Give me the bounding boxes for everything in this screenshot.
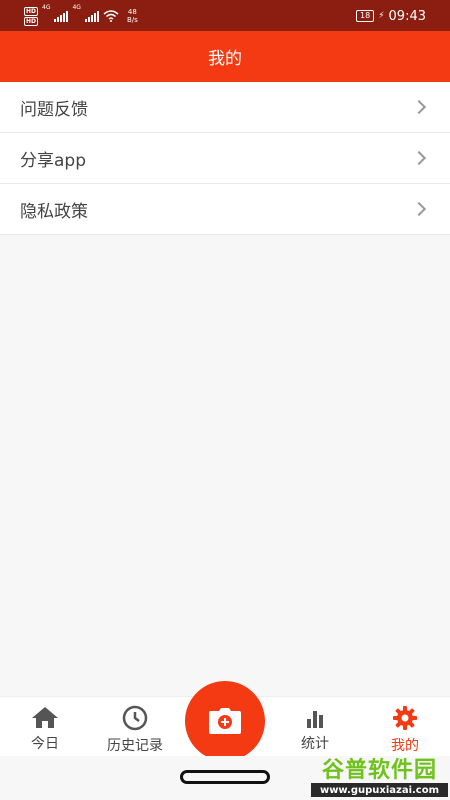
tab-label: 历史记录 bbox=[107, 738, 163, 754]
tab-label: 统计 bbox=[301, 736, 329, 752]
chevron-right-icon bbox=[411, 201, 427, 217]
speed-unit: B/s bbox=[126, 16, 138, 24]
clock-icon bbox=[122, 705, 148, 731]
network-type: 4G bbox=[42, 4, 51, 11]
menu-item-label: 问题反馈 bbox=[20, 99, 88, 120]
wifi-icon bbox=[103, 10, 119, 22]
menu-item-share[interactable]: 分享app bbox=[0, 133, 450, 184]
tab-label: 今日 bbox=[31, 736, 59, 752]
settings-menu: 问题反馈 分享app 隐私政策 bbox=[0, 82, 450, 235]
menu-item-feedback[interactable]: 问题反馈 bbox=[0, 82, 450, 133]
home-icon bbox=[32, 707, 58, 728]
tab-mine[interactable]: 我的 bbox=[360, 697, 450, 757]
signal-icon bbox=[54, 10, 69, 22]
camera-plus-icon bbox=[209, 708, 241, 734]
watermark-url: www.gupuxiazai.com bbox=[311, 783, 448, 797]
charging-icon: ⚡ bbox=[378, 11, 385, 21]
home-indicator[interactable] bbox=[180, 770, 270, 784]
network-speed: 48 B/s bbox=[127, 8, 138, 24]
menu-item-label: 分享app bbox=[20, 150, 86, 171]
watermark: 谷普软件园 www.gupuxiazai.com bbox=[311, 753, 448, 798]
page-title: 我的 bbox=[208, 49, 242, 69]
app-header: 我的 bbox=[0, 31, 450, 82]
status-left: HD HD 4G 4G 48 B/s bbox=[24, 4, 138, 28]
chevron-right-icon bbox=[411, 150, 427, 166]
menu-item-privacy[interactable]: 隐私政策 bbox=[0, 184, 450, 235]
speed-value: 48 bbox=[127, 8, 137, 16]
status-right: 18 ⚡ 09:43 bbox=[356, 6, 426, 26]
gear-icon bbox=[393, 706, 417, 730]
chevron-right-icon bbox=[411, 99, 427, 115]
battery-icon: 18 bbox=[356, 10, 375, 22]
hd-badge: HD bbox=[24, 16, 39, 26]
hd-badge: HD bbox=[24, 6, 39, 16]
hd-indicators: HD HD bbox=[24, 6, 39, 26]
clock-time: 09:43 bbox=[388, 8, 426, 24]
menu-item-label: 隐私政策 bbox=[20, 201, 88, 222]
bar-chart-icon bbox=[307, 711, 323, 728]
tab-today[interactable]: 今日 bbox=[0, 697, 90, 757]
signal-icon bbox=[84, 10, 99, 22]
tab-history[interactable]: 历史记录 bbox=[90, 697, 180, 757]
watermark-title: 谷普软件园 bbox=[321, 758, 437, 783]
status-bar: HD HD 4G 4G 48 B/s 18 ⚡ 09:43 bbox=[0, 0, 450, 31]
network-type: 4G bbox=[72, 4, 81, 11]
camera-add-button[interactable] bbox=[185, 681, 265, 761]
tab-stats[interactable]: 统计 bbox=[270, 697, 360, 757]
